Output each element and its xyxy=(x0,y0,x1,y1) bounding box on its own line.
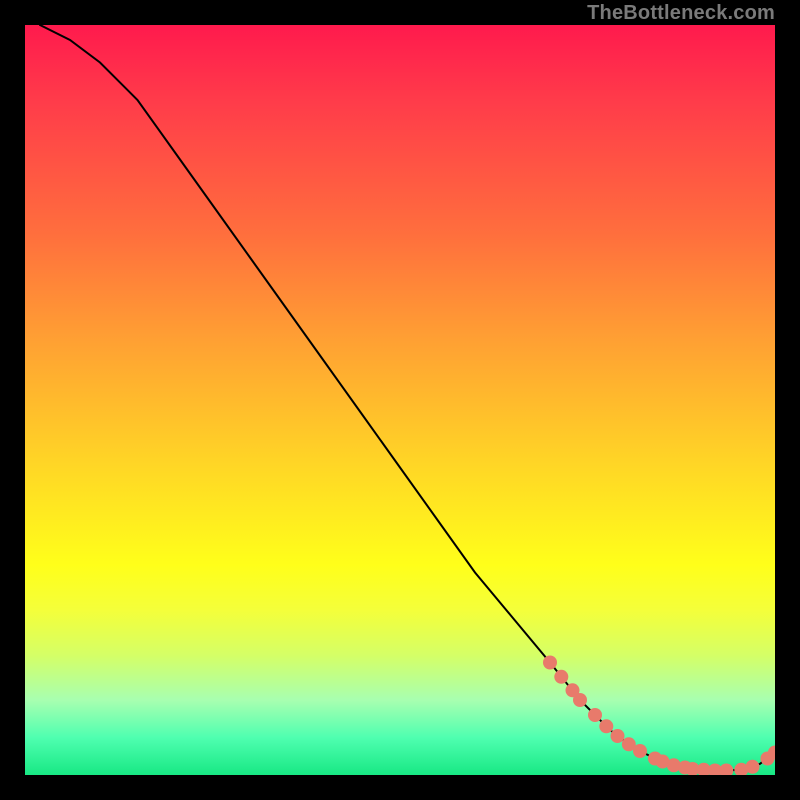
chart-frame xyxy=(25,25,775,775)
highlighted-point xyxy=(746,760,760,774)
highlighted-point xyxy=(588,708,602,722)
highlighted-point xyxy=(611,729,625,743)
highlighted-point xyxy=(633,744,647,758)
highlighted-points-group xyxy=(543,656,775,776)
highlighted-point xyxy=(543,656,557,670)
highlighted-point xyxy=(599,719,613,733)
chart-plot xyxy=(25,25,775,775)
highlighted-point xyxy=(719,764,733,776)
watermark-text: TheBottleneck.com xyxy=(587,2,775,25)
bottleneck-curve-line xyxy=(40,25,775,771)
highlighted-point xyxy=(554,670,568,684)
highlighted-point xyxy=(573,693,587,707)
